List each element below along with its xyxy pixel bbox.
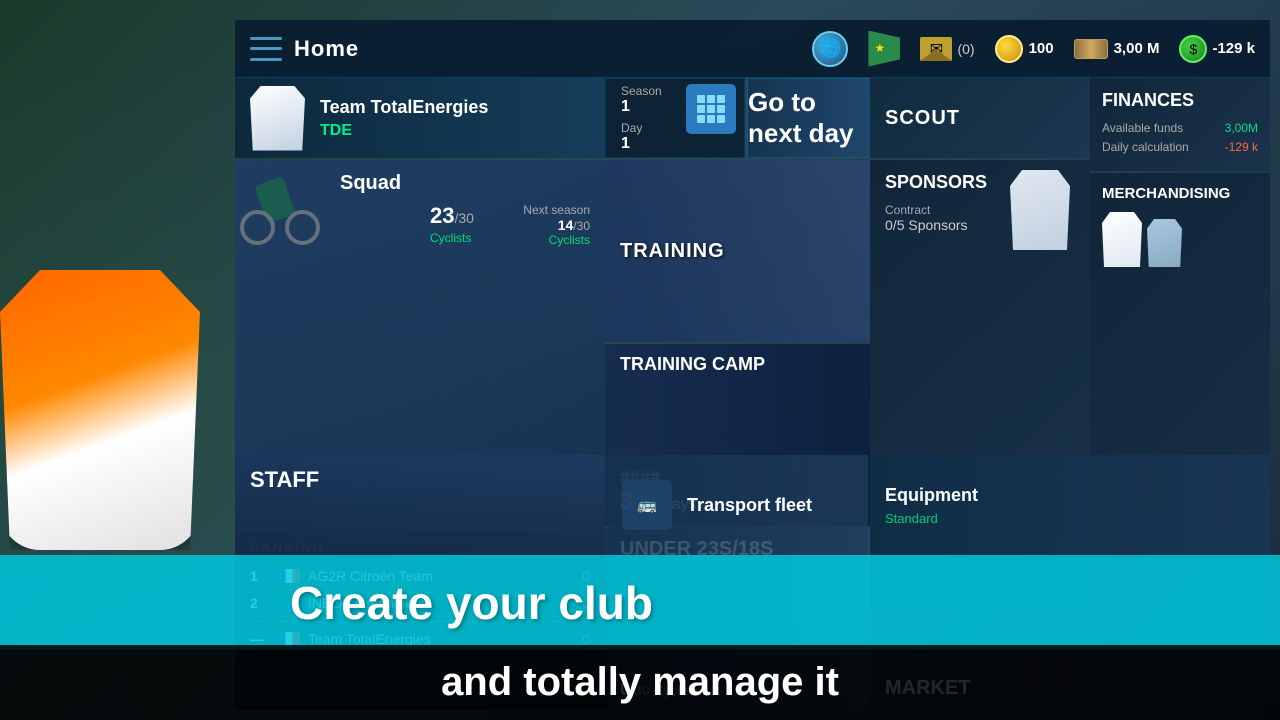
sponsors-jersey bbox=[1010, 170, 1080, 260]
daily-value: -129 k bbox=[1212, 40, 1255, 57]
training-camp-title: TRAINING CAMP bbox=[620, 354, 765, 375]
merch-jersey-1 bbox=[1102, 212, 1142, 267]
training-card[interactable]: TRAINING bbox=[605, 160, 870, 342]
merch-items bbox=[1102, 212, 1258, 267]
squad-title: Squad bbox=[340, 172, 590, 195]
daily-section: $ -129 k bbox=[1179, 35, 1255, 63]
bottom-cyan-bar: Create your club bbox=[0, 555, 1280, 650]
season-label: Season bbox=[621, 84, 662, 98]
team-abbr: TDE bbox=[320, 122, 589, 140]
money-value: 3,00 M bbox=[1114, 40, 1160, 57]
finances-daily: Daily calculation -129 k bbox=[1102, 140, 1258, 154]
finances-available: Available funds 3,00M bbox=[1102, 121, 1258, 135]
coin-section: 100 bbox=[995, 35, 1054, 63]
mail-section[interactable]: ✉ (0) bbox=[920, 37, 974, 61]
money-icon bbox=[1074, 39, 1108, 59]
finances-available-label: Available funds bbox=[1102, 121, 1183, 135]
mail-count: (0) bbox=[957, 41, 974, 57]
cyclist-bg bbox=[240, 160, 330, 280]
go-next-day-button[interactable]: Go to next day bbox=[747, 78, 870, 158]
top-action-row: Season 1 Day 1 Go to next day bbox=[605, 78, 870, 158]
equipment-card[interactable]: Equipment Standard bbox=[870, 455, 1270, 555]
team-header[interactable]: Team TotalEnergies TDE bbox=[235, 78, 605, 158]
scout-title: SCOUT bbox=[885, 107, 960, 130]
top-nav: Home 🌐 ✉ (0) 100 3,00 M $ -129 k bbox=[235, 20, 1270, 78]
bookmark-icon[interactable] bbox=[868, 31, 900, 67]
bottom-dark-bar: and totally manage it bbox=[0, 645, 1280, 720]
coin-value: 100 bbox=[1029, 40, 1054, 57]
season-day-box: Season 1 Day 1 bbox=[605, 78, 745, 158]
transport-icon: 🚌 bbox=[622, 480, 672, 530]
merch-jersey-2 bbox=[1147, 219, 1182, 267]
team-info: Team TotalEnergies TDE bbox=[320, 97, 589, 140]
mail-icon: ✉ bbox=[920, 37, 952, 61]
calendar-icon bbox=[686, 84, 736, 134]
money-section: 3,00 M bbox=[1074, 39, 1160, 59]
daily-icon: $ bbox=[1179, 35, 1207, 63]
merchandising-title: MERCHANDISING bbox=[1102, 185, 1258, 202]
squad-next-season: Next season 14/30 Cyclists bbox=[516, 203, 590, 247]
transport-card[interactable]: 🚌 Transport fleet bbox=[607, 455, 868, 555]
coin-icon bbox=[995, 35, 1023, 63]
nav-right: 🌐 ✉ (0) 100 3,00 M $ -129 k bbox=[812, 31, 1255, 67]
menu-icon[interactable] bbox=[250, 37, 282, 61]
finances-daily-value: -129 k bbox=[1225, 140, 1258, 154]
bottom-line2: and totally manage it bbox=[441, 660, 839, 705]
jersey-decoration bbox=[0, 270, 240, 590]
season-value: 1 bbox=[621, 98, 630, 116]
equipment-title: Equipment bbox=[885, 485, 1255, 506]
finances-title: FINANCES bbox=[1102, 90, 1258, 111]
bottom-line1: Create your club bbox=[290, 576, 653, 630]
transport-title: Transport fleet bbox=[687, 495, 812, 516]
day-value: 1 bbox=[621, 135, 630, 153]
globe-icon[interactable]: 🌐 bbox=[812, 31, 848, 67]
finances-daily-label: Daily calculation bbox=[1102, 140, 1189, 154]
team-name: Team TotalEnergies bbox=[320, 97, 589, 118]
equipment-level: Standard bbox=[885, 511, 1255, 526]
training-title: TRAINING bbox=[620, 240, 725, 263]
staff-card[interactable]: STAFF bbox=[235, 455, 605, 555]
finances-card[interactable]: FINANCES Available funds 3,00M Daily cal… bbox=[1090, 78, 1270, 171]
staff-title: STAFF bbox=[250, 467, 319, 493]
squad-current: 23/30 Cyclists bbox=[430, 203, 516, 247]
day-label: Day bbox=[621, 121, 642, 135]
team-jersey bbox=[250, 86, 305, 151]
bottom-overlay: Create your club and totally manage it bbox=[0, 560, 1280, 720]
page-title: Home bbox=[294, 36, 812, 62]
scout-card[interactable]: SCOUT bbox=[870, 78, 1090, 158]
finances-available-value: 3,00M bbox=[1225, 121, 1258, 135]
